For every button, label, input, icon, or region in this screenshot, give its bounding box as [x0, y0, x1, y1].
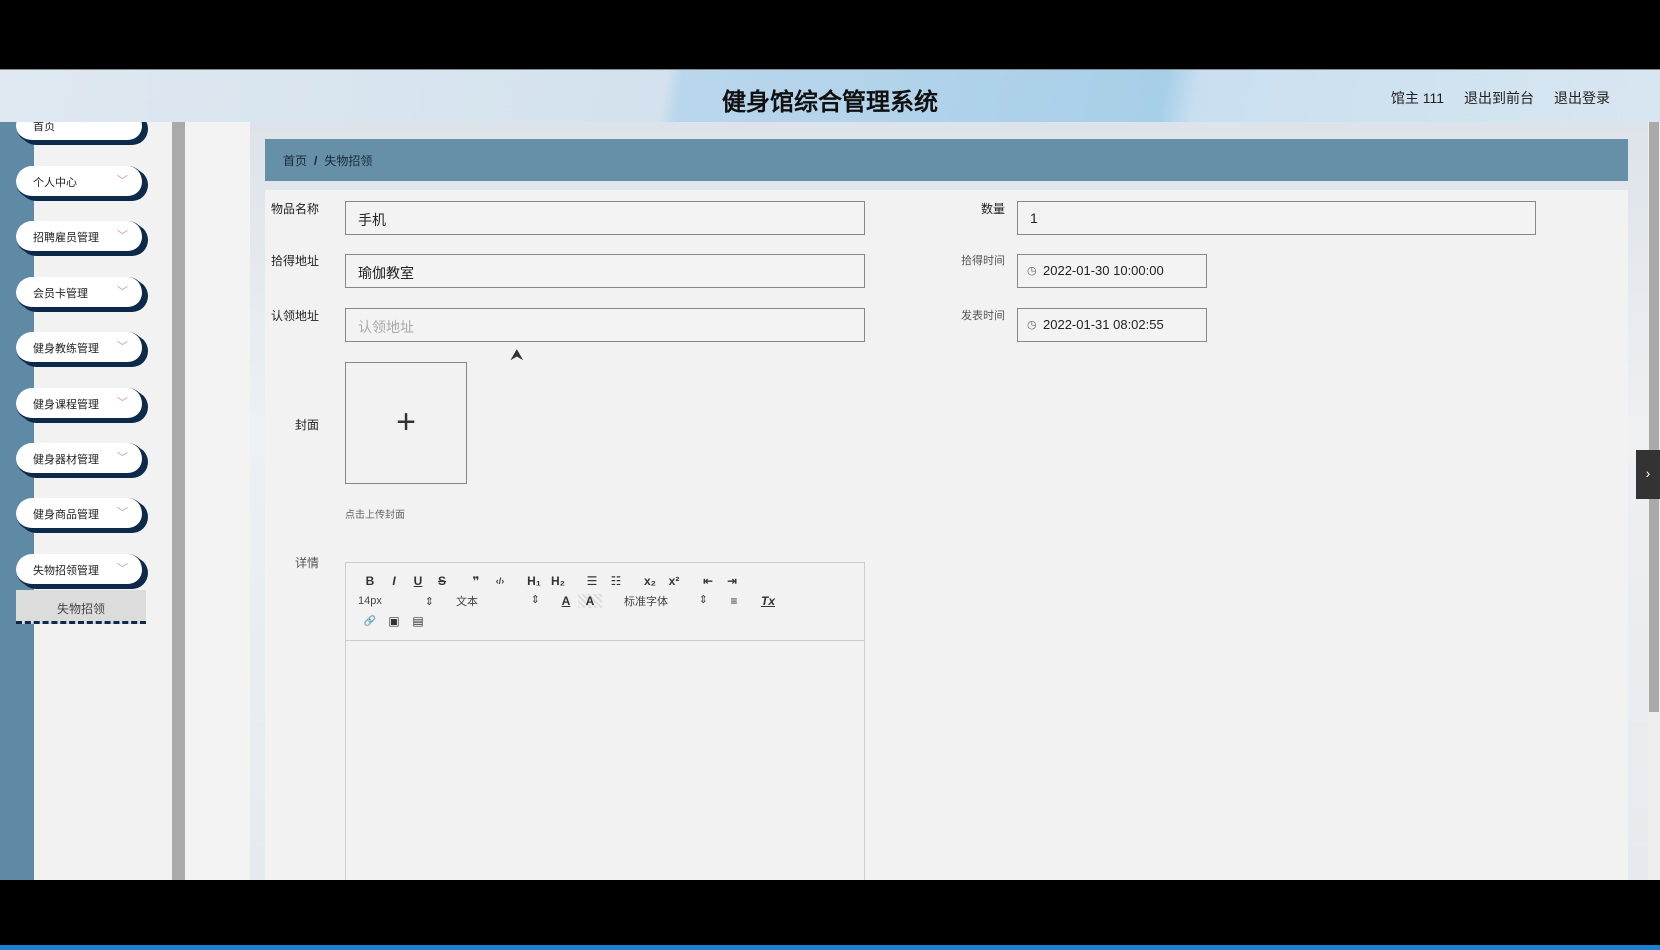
- sidebar-item-coach[interactable]: 健身教练管理 ﹀: [16, 332, 144, 364]
- chevron-right-icon[interactable]: ›: [1636, 450, 1660, 499]
- sidebar-item-label: 招聘雇员管理: [33, 232, 99, 244]
- sidebar: 首页 个人中心 ﹀ 招聘雇员管理 ﹀ 会员卡管理 ﹀ 健身教练管理 ﹀ 健身课程管理 ﹀ …: [0, 122, 172, 880]
- sidebar-item-label: 健身器材管理: [33, 454, 99, 466]
- found-address-input[interactable]: 瑜伽教室: [345, 254, 865, 288]
- sidebar-item-lost-found[interactable]: 失物招领管理 ﹀: [16, 554, 144, 586]
- font-color-button[interactable]: A: [554, 594, 578, 608]
- editor-toolbar: B I U S ❞ ‹/› H₁ H₂ ☰ ☷ x₂ x² ⇤ ⇥ 14px ⇕ …: [346, 563, 864, 641]
- image-icon[interactable]: ▣: [382, 614, 406, 628]
- ordered-list-button[interactable]: ☰: [580, 574, 604, 588]
- align-button[interactable]: ≡: [722, 594, 746, 608]
- clock-icon: ◷: [1027, 265, 1037, 277]
- top-header: 健身馆综合管理系统 馆主 111 退出到前台 退出登录: [0, 69, 1660, 122]
- claim-address-input[interactable]: 认领地址: [345, 308, 865, 342]
- upload-hint: 点击上传封面: [345, 510, 405, 521]
- chevron-down-icon: ﹀: [117, 452, 128, 464]
- outdent-button[interactable]: ⇤: [696, 574, 720, 588]
- clear-format-button[interactable]: Tx: [756, 594, 780, 608]
- plus-icon: +: [396, 403, 416, 441]
- name-label: 物品名称: [270, 202, 319, 216]
- bold-button[interactable]: B: [358, 574, 382, 588]
- chevron-down-icon: ﹀: [117, 175, 128, 187]
- lost-found-form: 物品名称 手机 数量 1 拾得地址 瑜伽教室 拾得时间 ◷ 2022-01-30 …: [265, 190, 1628, 880]
- found-time-picker[interactable]: ◷ 2022-01-30 10:00:00: [1017, 254, 1207, 288]
- sidebar-item-course[interactable]: 健身课程管理 ﹀: [16, 388, 144, 420]
- found-address-label: 拾得地址: [270, 254, 319, 268]
- strike-button[interactable]: S: [430, 574, 454, 588]
- bottom-progress-line: [0, 945, 1660, 950]
- sidebar-item-label: 首页: [33, 122, 55, 133]
- found-time-label: 拾得时间: [961, 255, 1005, 267]
- chevron-down-icon: ﹀: [117, 397, 128, 409]
- select-arrow-icon: ⇕: [530, 594, 540, 606]
- h2-button[interactable]: H₂: [546, 574, 570, 588]
- sidebar-item-equipment[interactable]: 健身器材管理 ﹀: [16, 443, 144, 475]
- cover-label: 封面: [294, 418, 319, 432]
- breadcrumb: 首页 / 失物招领: [265, 139, 1628, 181]
- indent-button[interactable]: ⇥: [720, 574, 744, 588]
- sidebar-item-label: 失物招领管理: [33, 565, 99, 577]
- chevron-down-icon: ﹀: [117, 507, 128, 519]
- quantity-label: 数量: [980, 202, 1005, 216]
- cover-upload[interactable]: +: [345, 362, 467, 484]
- post-time-picker[interactable]: ◷ 2022-01-31 08:02:55: [1017, 308, 1207, 342]
- mouse-cursor-icon: ⮝: [510, 347, 524, 364]
- chevron-down-icon: ﹀: [117, 341, 128, 353]
- select-arrow-icon: ⇕: [424, 595, 434, 608]
- h1-button[interactable]: H₁: [522, 574, 546, 588]
- sidebar-scrollbar[interactable]: [172, 122, 185, 880]
- font-size-value: 14px: [358, 594, 382, 607]
- clock-icon: ◷: [1027, 319, 1037, 331]
- sidebar-item-label: 健身课程管理: [33, 399, 99, 411]
- header-value: 文本: [456, 596, 478, 608]
- breadcrumb-home[interactable]: 首页: [283, 154, 307, 168]
- blockquote-button[interactable]: ❞: [464, 574, 488, 588]
- found-time-value: 2022-01-30 10:00:00: [1043, 263, 1164, 278]
- detail-label: 详情: [294, 556, 319, 570]
- video-icon[interactable]: ▤: [406, 614, 430, 628]
- font-size-select[interactable]: 14px ⇕: [358, 595, 434, 608]
- font-family-value: 标准字体: [624, 596, 668, 608]
- sidebar-item-label: 会员卡管理: [33, 288, 88, 300]
- sidebar-item-label: 健身商品管理: [33, 509, 99, 521]
- post-time-label: 发表时间: [961, 310, 1005, 322]
- sidebar-item-personal[interactable]: 个人中心 ﹀: [16, 166, 144, 198]
- subscript-button[interactable]: x₂: [638, 574, 662, 588]
- exit-to-front-link[interactable]: 退出到前台: [1464, 88, 1534, 108]
- item-name-input[interactable]: 手机: [345, 201, 865, 235]
- sidebar-item-goods[interactable]: 健身商品管理 ﹀: [16, 498, 144, 530]
- breadcrumb-current: 失物招领: [324, 154, 373, 168]
- bullet-list-button[interactable]: ☷: [604, 574, 628, 588]
- rich-text-editor[interactable]: B I U S ❞ ‹/› H₁ H₂ ☰ ☷ x₂ x² ⇤ ⇥ 14px ⇕ …: [345, 562, 865, 880]
- sidebar-item-label: 健身教练管理: [33, 343, 99, 355]
- logout-link[interactable]: 退出登录: [1554, 88, 1610, 108]
- scrollbar-thumb[interactable]: [1649, 122, 1659, 712]
- background-color-button[interactable]: A: [578, 594, 602, 608]
- user-name: 馆主 111: [1390, 90, 1444, 106]
- post-time-value: 2022-01-31 08:02:55: [1043, 317, 1164, 332]
- sidebar-item-label: 个人中心: [33, 177, 77, 189]
- select-arrow-icon: ⇕: [698, 594, 708, 606]
- superscript-button[interactable]: x²: [662, 574, 686, 588]
- sidebar-item-staff[interactable]: 招聘雇员管理 ﹀: [16, 221, 144, 253]
- chevron-down-icon: ﹀: [117, 563, 128, 575]
- claim-address-label: 认领地址: [270, 309, 319, 323]
- chevron-down-icon: ﹀: [117, 286, 128, 298]
- code-block-button[interactable]: ‹/›: [488, 576, 512, 586]
- chevron-down-icon: ﹀: [117, 230, 128, 242]
- font-family-select[interactable]: 标准字体 ⇕: [624, 593, 708, 609]
- underline-button[interactable]: U: [406, 574, 430, 588]
- breadcrumb-separator: /: [314, 154, 318, 168]
- page-scrollbar[interactable]: [1648, 122, 1660, 880]
- editor-content-area[interactable]: [346, 641, 864, 879]
- sidebar-subitem-lost-found[interactable]: 失物招领: [16, 590, 146, 624]
- link-icon[interactable]: 🔗: [358, 616, 382, 627]
- sidebar-item-card[interactable]: 会员卡管理 ﹀: [16, 277, 144, 309]
- sidebar-item-home[interactable]: 首页: [16, 122, 144, 142]
- header-select[interactable]: 文本 ⇕: [456, 593, 540, 609]
- quantity-input[interactable]: 1: [1017, 201, 1536, 235]
- italic-button[interactable]: I: [382, 574, 406, 588]
